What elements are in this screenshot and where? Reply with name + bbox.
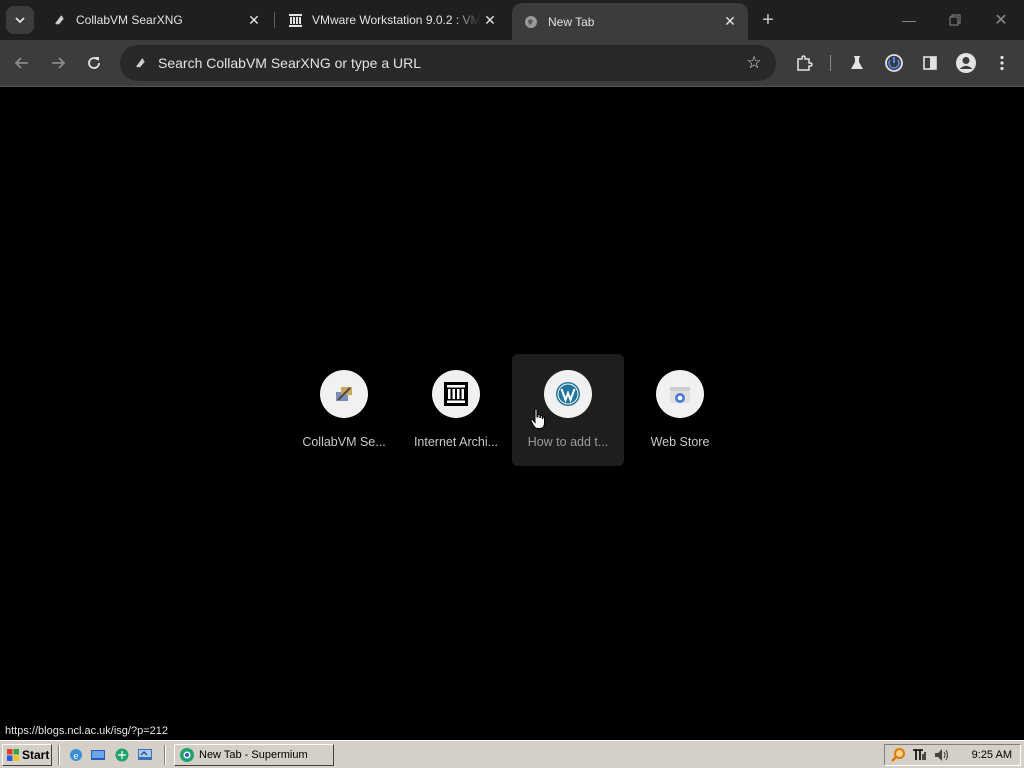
new-tab-page: CollabVM Se... Internet Archi... How to … xyxy=(0,87,1024,740)
address-bar-input[interactable] xyxy=(156,54,740,72)
windows-flag-icon xyxy=(7,749,19,761)
shortcut-tile-how-to-add[interactable]: How to add t... xyxy=(512,354,624,466)
shortcut-label: Web Store xyxy=(650,435,710,449)
collabvm-favicon-icon xyxy=(130,53,150,73)
shortcut-label: Internet Archi... xyxy=(413,435,499,449)
close-icon: ✕ xyxy=(994,12,1008,29)
shortcut-label: CollabVM Se... xyxy=(302,435,386,449)
internet-explorer-icon[interactable]: e xyxy=(68,747,84,763)
kebab-menu-icon xyxy=(1000,55,1004,71)
shortcut-tile-collabvm[interactable]: CollabVM Se... xyxy=(288,354,400,466)
taskbar-clock: 9:25 AM xyxy=(971,749,1012,761)
start-button[interactable]: Start xyxy=(2,744,52,766)
shortcut-label: How to add t... xyxy=(527,435,609,449)
tab-title: CollabVM SearXNG xyxy=(76,13,183,27)
taskbar-window-button[interactable]: New Tab - Supermium xyxy=(174,744,334,766)
browser-toolbar: ☆ xyxy=(0,40,1024,86)
outlook-express-icon[interactable] xyxy=(114,747,130,763)
minimize-icon: — xyxy=(902,12,916,28)
toolbar-divider xyxy=(830,55,831,71)
close-icon[interactable]: ✕ xyxy=(720,12,740,32)
tab-title: VMware Workstation 9.0.2 : VMware xyxy=(312,13,480,27)
profile-button[interactable] xyxy=(952,49,980,77)
avatar-icon xyxy=(956,53,976,73)
supermium-icon xyxy=(180,748,194,762)
taskbar-window-label: New Tab - Supermium xyxy=(199,749,308,761)
omnibox: ☆ xyxy=(120,45,776,81)
tab-divider xyxy=(274,12,275,28)
tab-title: New Tab xyxy=(548,14,595,29)
volume-icon[interactable] xyxy=(933,747,951,763)
tab-new-tab[interactable]: New Tab ✕ xyxy=(512,3,748,40)
puzzle-icon xyxy=(797,55,813,71)
windows-taskbar: Start e New Tab - Supermium 9:25 AM xyxy=(0,740,1024,768)
chevron-down-icon xyxy=(15,17,25,24)
plus-icon: + xyxy=(762,8,774,31)
globe-icon xyxy=(524,15,538,29)
minimize-button[interactable]: — xyxy=(894,6,924,34)
extensions-button[interactable] xyxy=(790,49,818,77)
reload-icon xyxy=(88,57,100,69)
side-panel-button[interactable] xyxy=(916,49,944,77)
close-icon[interactable]: ✕ xyxy=(480,10,500,30)
tab-search-button[interactable] xyxy=(6,6,34,34)
tab-collabvm-searxng[interactable]: CollabVM SearXNG ✕ xyxy=(40,3,272,37)
tab-strip: CollabVM SearXNG ✕ VMware Workstation 9.… xyxy=(0,0,1024,40)
tab-vmware-workstation[interactable]: VMware Workstation 9.0.2 : VMware ✕ xyxy=(276,3,508,37)
shortcut-tile-web-store[interactable]: Web Store xyxy=(624,354,736,466)
close-icon[interactable]: ✕ xyxy=(244,10,264,30)
web-store-icon xyxy=(656,370,704,418)
taskbar-separator xyxy=(58,745,60,765)
status-url-bubble: https://blogs.ncl.ac.uk/isg/?p=212 xyxy=(0,723,174,740)
internet-archive-icon xyxy=(432,370,480,418)
collabvm-icon xyxy=(320,370,368,418)
wordpress-icon xyxy=(544,370,592,418)
flask-icon xyxy=(851,56,863,69)
search-magnifier-icon[interactable] xyxy=(889,747,907,763)
hand-cursor-icon xyxy=(530,408,545,429)
show-desktop-icon[interactable] xyxy=(90,747,106,763)
internet-archive-favicon-icon xyxy=(288,13,302,27)
close-window-button[interactable]: ✕ xyxy=(986,6,1016,34)
arrow-right-icon xyxy=(52,57,66,69)
svg-text:e: e xyxy=(74,750,79,762)
new-tab-button[interactable]: + xyxy=(756,8,780,32)
taskbar-separator xyxy=(164,745,166,765)
arrow-left-icon xyxy=(14,57,28,69)
extension-icon-button[interactable] xyxy=(880,49,908,77)
bookmark-star-icon[interactable]: ☆ xyxy=(740,49,768,77)
start-label: Start xyxy=(22,748,50,762)
side-panel-icon xyxy=(923,56,937,70)
restore-button[interactable] xyxy=(940,6,970,34)
network-icon[interactable] xyxy=(137,747,153,763)
input-language-icon[interactable] xyxy=(911,747,929,763)
menu-button[interactable] xyxy=(988,49,1016,77)
forward-button[interactable] xyxy=(44,49,72,77)
power-circle-icon xyxy=(885,54,903,72)
shortcut-tile-internet-archive[interactable]: Internet Archi... xyxy=(400,354,512,466)
labs-button[interactable] xyxy=(843,49,871,77)
restore-icon xyxy=(949,14,961,26)
reload-button[interactable] xyxy=(80,49,108,77)
back-button[interactable] xyxy=(8,49,36,77)
collabvm-favicon-icon xyxy=(52,13,66,27)
system-tray: 9:25 AM xyxy=(884,744,1021,766)
